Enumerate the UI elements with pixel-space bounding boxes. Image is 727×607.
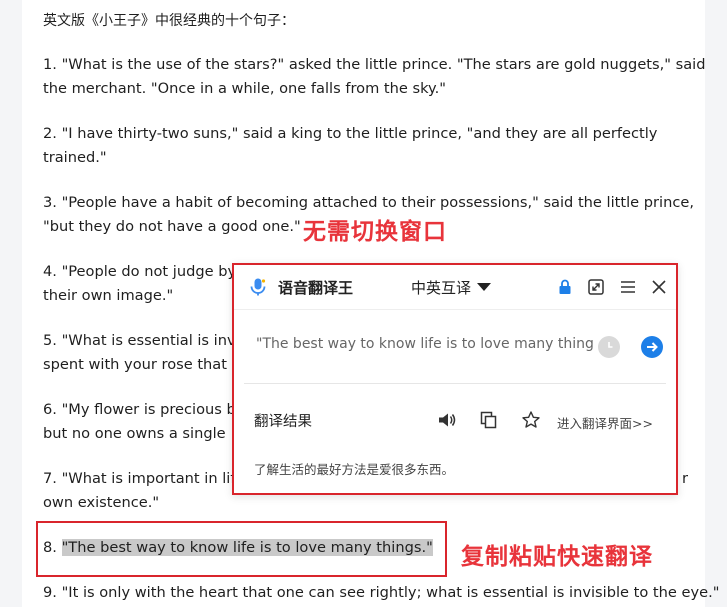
paragraph-1-line-2: the merchant. "Once in a while, one fall… [43,80,446,97]
copy-icon[interactable] [479,410,499,430]
caret-down-icon [477,283,492,291]
annotation-no-switch-window: 无需切换窗口 [303,219,447,245]
language-mode-dropdown[interactable]: 中英互译 [411,277,492,298]
query-input[interactable]: "The best way to know life is to love ma… [256,336,596,352]
paragraph-7-line-1-end: r [682,470,688,487]
screen: 英文版《小王子》中很经典的十个句子： 1. "What is the use o… [0,0,727,607]
paragraph-1: 1. "What is the use of the stars?" asked… [43,53,706,101]
translation-result-text: 了解生活的最好方法是爱很多东西。 [254,462,455,477]
paragraph-1-line-1: 1. "What is the use of the stars?" asked… [43,56,706,73]
popup-divider [244,383,666,384]
paragraph-9: 9. "It is only with the heart that one c… [43,584,720,601]
lock-icon[interactable] [556,278,574,296]
translate-button[interactable] [641,336,663,358]
result-label: 翻译结果 [254,414,312,430]
speaker-icon[interactable] [437,410,457,430]
expand-icon[interactable] [587,278,605,296]
language-mode-label: 中英互译 [411,279,472,297]
intro-text: 英文版《小王子》中很经典的十个句子： [43,13,295,29]
microphone-logo-icon [250,278,266,296]
star-icon[interactable] [521,410,541,430]
clock-icon [608,342,613,348]
paragraph-2-line-1: 2. "I have thirty-two suns," said a king… [43,125,658,142]
annotation-copy-paste-translate: 复制粘贴快速翻译 [461,544,653,570]
query-input-row: "The best way to know life is to love ma… [244,333,670,363]
selection-highlight-box [36,521,447,577]
close-icon[interactable] [650,278,668,296]
enter-translation-page-link[interactable]: 进入翻译界面>> [557,413,653,432]
arrow-right-icon [647,342,658,352]
paragraph-2-line-2: trained." [43,149,107,166]
menu-icon[interactable] [619,278,637,296]
history-button[interactable] [598,336,620,358]
popup-header: 语音翻译王 中英互译 [234,265,676,310]
app-title: 语音翻译王 [278,279,354,297]
translator-popup: 语音翻译王 中英互译 "The best way to know life is… [232,263,678,495]
paragraph-2: 2. "I have thirty-two suns," said a king… [43,122,693,170]
